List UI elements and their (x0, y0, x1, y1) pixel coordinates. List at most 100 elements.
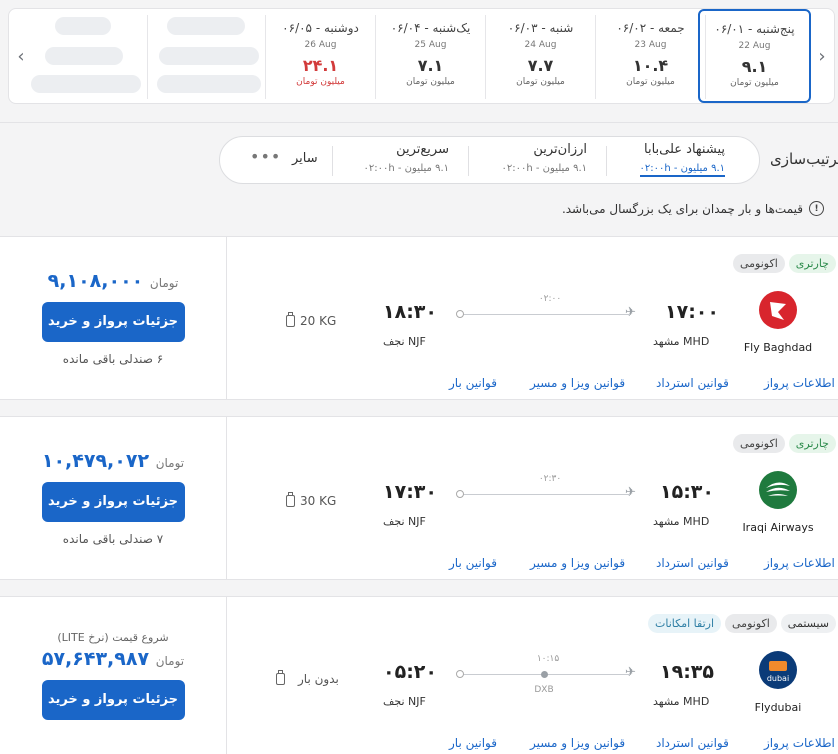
baggage-allowance: 30 KG (286, 492, 337, 508)
sort-bar: پیشنهاد علی‌بابا ۹.۱ میلیون - ۰۲:۰۰h ارز… (219, 136, 760, 184)
baggage-allowance: 20 KG (286, 312, 337, 328)
plane-icon: ✈ (625, 485, 636, 500)
flight-card: چارتری اکونومی Iraqi Airways ۱۵:۳۰ مشهد … (0, 416, 838, 580)
seats-remaining: ۶ صندلی باقی مانده (62, 352, 164, 366)
departure-city: مشهد MHD (653, 335, 710, 348)
date-option-2408[interactable]: شنبه - ۰۶/۰۳ 24 Aug ۷.۷ میلیون تومان (486, 15, 596, 99)
airline-name: Iraqi Airways (742, 521, 814, 534)
refund-rules-link[interactable]: قوانین استرداد (656, 556, 729, 570)
date-option-2208-selected[interactable]: پنج‌شنبه - ۰۶/۰۱ 22 Aug ۹.۱ میلیون تومان (698, 9, 811, 103)
flight-info-link[interactable]: اطلاعات پرواز (764, 376, 835, 390)
flight-results-page: ‹ › دوشنبه - ۰۶/۰۵ 26 Aug ۲۴.۱ میلیون تو… (0, 0, 838, 754)
flight-tags: سیستمی اکونومی ارتقا امکانات (648, 614, 836, 633)
luggage-icon (276, 670, 285, 685)
baggage-allowance: بدون بار (276, 670, 339, 686)
price-start-note: شروع قیمت (نرخ LITE) (57, 631, 169, 644)
price-amount: ۹,۱۰۸,۰۰۰ (47, 270, 144, 292)
tag-economy: اکونومی (733, 434, 785, 453)
refund-rules-link[interactable]: قوانین استرداد (656, 376, 729, 390)
departure-city: مشهد MHD (653, 695, 710, 708)
sort-divider (332, 146, 333, 176)
flight-info-link[interactable]: اطلاعات پرواز (764, 736, 835, 750)
flight-duration: ۱۰:۱۵ (536, 654, 560, 664)
baggage-text: 20 KG (300, 314, 337, 328)
baggage-rules-link[interactable]: قوانین بار (449, 376, 497, 390)
more-options-icon[interactable]: ••• (250, 147, 281, 166)
sort-divider (606, 146, 607, 176)
route-line (462, 494, 630, 495)
route-end-dot (456, 670, 464, 678)
price-currency: تومان (155, 654, 185, 668)
day-price-unit: میلیون تومان (516, 77, 565, 87)
date-option-2508[interactable]: یک‌شنبه - ۰۶/۰۴ 25 Aug ۷.۱ میلیون تومان (376, 15, 486, 99)
luggage-icon (286, 312, 295, 327)
flight-links: اطلاعات پرواز قوانین استرداد قوانین ویزا… (440, 556, 835, 572)
airline-logo (758, 470, 798, 510)
sort-option-sub: ۹.۱ میلیون - ۰۲:۰۰h (501, 163, 587, 174)
tag-charter: چارتری (788, 254, 836, 273)
sort-option-fastest[interactable]: سریع‌ترین ۹.۱ میلیون - ۰۲:۰۰h (364, 142, 449, 174)
tag-system: سیستمی (780, 614, 836, 633)
date-option-2308[interactable]: جمعه - ۰۶/۰۲ 23 Aug ۱۰.۴ میلیون تومان (596, 15, 706, 99)
day-gregorian: 23 Aug (634, 40, 667, 50)
price-amount: ۵۷,۶۴۳,۹۸۷ (41, 648, 150, 670)
flight-details-buy-button[interactable]: جزئیات پرواز و خرید (41, 302, 185, 342)
arrival-time: ۱۸:۳۰ (383, 301, 437, 323)
day-price: ۲۴.۱ (302, 56, 339, 75)
tag-upgrade[interactable]: ارتقا امکانات (648, 614, 722, 633)
tag-economy: اکونومی (725, 614, 777, 633)
flight-duration: ۰۲:۳۰ (538, 474, 562, 484)
arrival-time: ۱۷:۳۰ (383, 481, 437, 503)
sort-option-label: پیشنهاد علی‌بابا (644, 142, 725, 157)
sort-option-label: سریع‌ترین (396, 142, 449, 157)
departure-city: مشهد MHD (653, 515, 710, 528)
price-box: تومان ۱۰,۴۷۹,۰۷۲ جزئیات پرواز و خرید ۷ ص… (0, 450, 226, 546)
price-info-text: قیمت‌ها و بار چمدان برای یک بزرگسال می‌ب… (561, 201, 803, 216)
baggage-text: 30 KG (300, 494, 337, 508)
visa-rules-link[interactable]: قوانین ویزا و مسیر (530, 556, 625, 570)
visa-rules-link[interactable]: قوانین ویزا و مسیر (530, 736, 625, 750)
day-gregorian: 26 Aug (304, 40, 337, 50)
day-gregorian: 22 Aug (738, 41, 771, 51)
arrival-city: نجف NJF (383, 515, 426, 528)
date-strip: ‹ › دوشنبه - ۰۶/۰۵ 26 Aug ۲۴.۱ میلیون تو… (8, 8, 835, 104)
baggage-rules-link[interactable]: قوانین بار (449, 736, 497, 750)
flight-links: اطلاعات پرواز قوانین استرداد قوانین ویزا… (440, 736, 835, 752)
arrival-time: ۰۵:۲۰ (383, 661, 437, 683)
flight-tags: چارتری اکونومی (733, 434, 836, 453)
route-end-dot (456, 490, 464, 498)
flight-details-buy-button[interactable]: جزئیات پرواز و خرید (41, 482, 185, 522)
flight-info-link[interactable]: اطلاعات پرواز (764, 556, 835, 570)
chevron-right-icon[interactable]: › (810, 9, 834, 103)
arrival-city: نجف NJF (383, 695, 426, 708)
baggage-text: بدون بار (298, 672, 339, 686)
departure-time: ۱۷:۰۰ (665, 301, 719, 323)
price-box: تومان ۹,۱۰۸,۰۰۰ جزئیات پرواز و خرید ۶ صن… (0, 270, 226, 366)
divider (0, 122, 838, 123)
sort-option-recommended[interactable]: پیشنهاد علی‌بابا ۹.۱ میلیون - ۰۲:۰۰h (639, 142, 725, 177)
day-gregorian: 25 Aug (414, 40, 447, 50)
flight-details-buy-button[interactable]: جزئیات پرواز و خرید (41, 680, 185, 720)
date-option-2608[interactable]: دوشنبه - ۰۶/۰۵ 26 Aug ۲۴.۱ میلیون تومان (266, 15, 376, 99)
seats-remaining: ۷ صندلی باقی مانده (62, 532, 164, 546)
sort-option-other[interactable]: سایر (292, 151, 318, 166)
chevron-left-icon[interactable]: ‹ (9, 9, 33, 103)
baggage-rules-link[interactable]: قوانین بار (449, 556, 497, 570)
flight-duration: ۰۲:۰۰ (538, 294, 562, 304)
plane-icon: ✈ (625, 665, 636, 680)
sort-option-label: ارزان‌ترین (533, 142, 587, 157)
airline-name: Fly Baghdad (743, 341, 813, 354)
route-end-dot (456, 310, 464, 318)
refund-rules-link[interactable]: قوانین استرداد (656, 736, 729, 750)
day-price: ۹.۱ (741, 57, 768, 76)
visa-rules-link[interactable]: قوانین ویزا و مسیر (530, 376, 625, 390)
info-icon: ! (809, 201, 824, 216)
sort-option-sub: ۹.۱ میلیون - ۰۲:۰۰h (639, 163, 725, 177)
day-price-unit: میلیون تومان (730, 78, 779, 88)
day-name: شنبه - ۰۶/۰۳ (507, 21, 574, 35)
airline-logo (758, 290, 798, 330)
flight-price: تومان ۹,۱۰۸,۰۰۰ (0, 270, 226, 292)
sort-option-cheapest[interactable]: ارزان‌ترین ۹.۱ میلیون - ۰۲:۰۰h (502, 142, 587, 174)
price-box: شروع قیمت (نرخ LITE) تومان ۵۷,۶۴۳,۹۸۷ جز… (0, 631, 226, 720)
flight-links: اطلاعات پرواز قوانین استرداد قوانین ویزا… (440, 376, 835, 392)
